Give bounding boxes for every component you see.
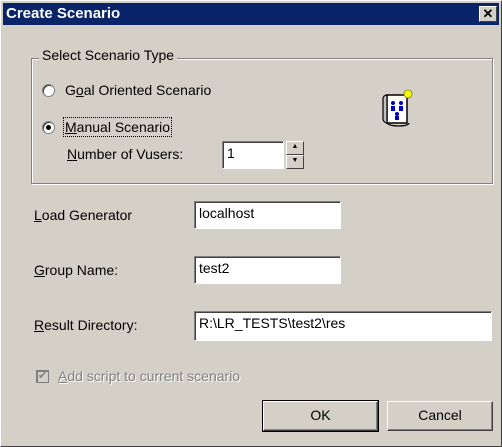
ok-button[interactable]: OK — [262, 400, 379, 432]
create-scenario-dialog: Create Scenario ✕ Select Scenario Type G… — [0, 0, 502, 447]
goal-oriented-label[interactable]: Goal Oriented Scenario — [65, 82, 211, 98]
add-script-checkbox[interactable]: ✔ — [36, 370, 49, 383]
add-script-label: Add script to current scenario — [58, 368, 241, 384]
arrow-down-icon: ▼ — [291, 157, 299, 164]
cancel-button[interactable]: Cancel — [387, 401, 493, 431]
result-directory-label: Result Directory: — [34, 317, 138, 333]
group-name-label: Group Name: — [34, 262, 119, 278]
scenario-type-legend: Select Scenario Type — [39, 47, 178, 63]
manual-scenario-radio[interactable] — [42, 121, 55, 134]
vusers-decrement-button[interactable]: ▼ — [286, 155, 304, 169]
vusers-increment-button[interactable]: ▲ — [286, 141, 304, 155]
group-name-input[interactable]: test2 — [194, 256, 341, 284]
arrow-up-icon: ▲ — [291, 143, 299, 150]
checkmark-icon: ✔ — [37, 370, 48, 382]
scenario-document-icon — [382, 89, 413, 127]
goal-oriented-radio[interactable] — [42, 84, 55, 97]
vusers-input[interactable]: 1 — [222, 141, 284, 169]
manual-scenario-label[interactable]: Manual Scenario — [62, 117, 173, 137]
vusers-label: Number of Vusers: — [67, 146, 184, 162]
close-button[interactable]: ✕ — [479, 6, 497, 22]
dialog-title: Create Scenario — [6, 5, 121, 22]
title-bar: Create Scenario ✕ — [3, 3, 499, 25]
close-icon: ✕ — [482, 6, 494, 21]
load-generator-label: Load Generator — [34, 207, 133, 223]
result-directory-input[interactable]: R:\LR_TESTS\test2\res — [194, 311, 492, 341]
load-generator-input[interactable]: localhost — [194, 201, 341, 229]
